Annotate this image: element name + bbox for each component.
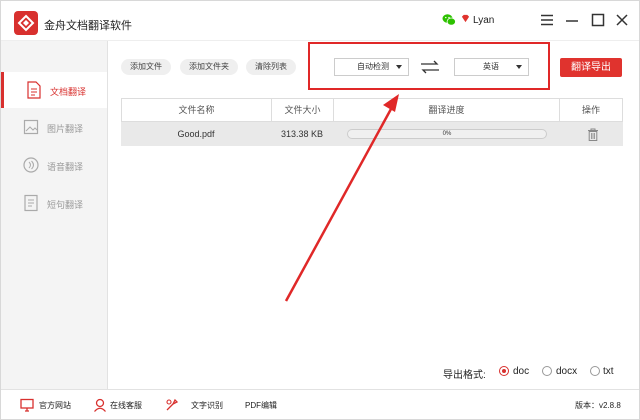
monitor-icon (20, 398, 34, 412)
column-header-size: 文件大小 (272, 99, 334, 121)
logo-icon (17, 14, 35, 32)
pdf-editor-label: PDF编辑 (245, 401, 277, 410)
app-title: 金舟文档翻译软件 (44, 20, 132, 32)
close-icon[interactable] (614, 12, 630, 28)
clear-list-button[interactable]: 清除列表 (246, 59, 296, 75)
format-txt-radio[interactable] (590, 366, 600, 376)
annotation-highlight-box (308, 42, 550, 90)
ocr-link[interactable]: 文字识别 (165, 398, 227, 412)
app-window: 金舟文档翻译软件 Lyan 文档翻译 图片翻译 语音翻译 短句翻译 添加文件 添… (0, 0, 640, 420)
file-name-cell: Good.pdf (177, 129, 215, 139)
app-logo (14, 11, 38, 35)
translate-export-button[interactable]: 翻译导出 (560, 58, 622, 77)
online-support-link[interactable]: 在线客服 (93, 398, 148, 412)
user-icon (94, 398, 106, 412)
wechat-icon[interactable] (442, 13, 456, 27)
title-bar: 金舟文档翻译软件 Lyan (1, 1, 639, 41)
pdf-editor-link[interactable]: PDF编辑 (245, 398, 285, 412)
footer-bar: 官方网站 在线客服 文字识别 PDF编辑 版本：v2.8.8 (1, 389, 639, 419)
sidebar-item-sentence[interactable]: 短句翻译 (1, 185, 107, 221)
progress-bar: 0% (347, 129, 547, 139)
version-text: 版本：v2.8.8 (575, 401, 621, 410)
online-support-label: 在线客服 (110, 401, 142, 410)
official-website-label: 官方网站 (39, 401, 71, 410)
column-header-name: 文件名称 (122, 99, 272, 121)
sidebar: 文档翻译 图片翻译 语音翻译 短句翻译 (1, 41, 108, 389)
username[interactable]: Lyan (473, 15, 494, 26)
official-website-link[interactable]: 官方网站 (20, 398, 78, 412)
file-size-cell: 313.38 KB (280, 129, 324, 139)
maximize-icon[interactable] (590, 12, 606, 28)
minimize-icon[interactable] (564, 12, 580, 28)
image-icon (23, 119, 39, 135)
format-doc-radio[interactable] (499, 366, 509, 376)
sidebar-item-label: 文档翻译 (50, 87, 87, 97)
column-header-action: 操作 (581, 105, 600, 115)
text-icon (24, 194, 38, 212)
tool-icon (166, 398, 179, 411)
format-doc-label[interactable]: doc (513, 366, 529, 377)
format-txt-label[interactable]: txt (603, 366, 614, 377)
vip-diamond-icon (461, 14, 470, 23)
sidebar-item-label: 图片翻译 (47, 124, 84, 134)
trash-icon[interactable] (587, 128, 599, 141)
format-docx-radio[interactable] (542, 366, 552, 376)
add-folder-button[interactable]: 添加文件夹 (180, 59, 238, 75)
sidebar-item-image[interactable]: 图片翻译 (1, 109, 107, 145)
format-docx-label[interactable]: docx (556, 366, 577, 377)
sidebar-item-voice[interactable]: 语音翻译 (1, 147, 107, 183)
add-file-button[interactable]: 添加文件 (121, 59, 171, 75)
table-row[interactable]: Good.pdf 313.38 KB 0% (121, 122, 623, 146)
ocr-label: 文字识别 (191, 401, 223, 410)
menu-icon[interactable] (539, 12, 555, 28)
document-icon (27, 81, 41, 99)
sidebar-item-document[interactable]: 文档翻译 (1, 72, 107, 108)
sidebar-item-label: 短句翻译 (47, 200, 84, 210)
sidebar-item-label: 语音翻译 (47, 162, 84, 172)
table-header: 文件名称 文件大小 翻译进度 操作 (121, 98, 623, 122)
export-format-label: 导出格式: (443, 370, 486, 381)
column-header-progress: 翻译进度 (334, 99, 560, 121)
voice-icon (23, 157, 39, 173)
